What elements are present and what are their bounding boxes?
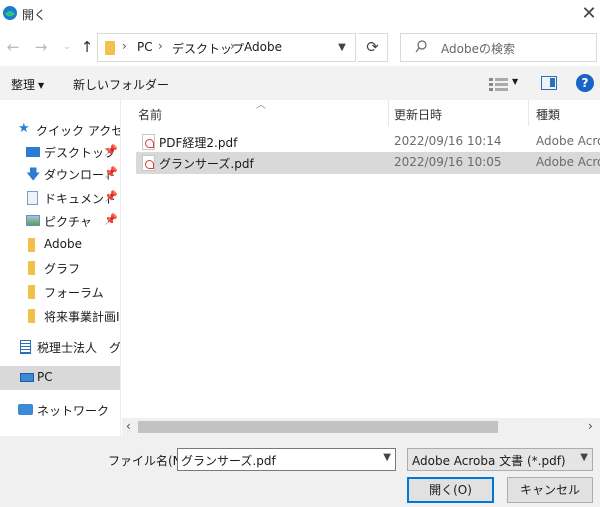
folder-icon bbox=[28, 309, 35, 323]
command-bar: 整理 ▼ 新しいフォルダー bbox=[0, 66, 600, 100]
pdf-file-icon bbox=[142, 155, 155, 171]
breadcrumb-separator: › bbox=[158, 39, 163, 53]
file-list: ︿ 名前 更新日時 種類 PDF経理2.pdf 2022/09/16 10:14… bbox=[122, 100, 600, 436]
pin-icon[interactable]: 📌 bbox=[104, 190, 118, 203]
filetype-value: Adobe Acroba 文書 (*.pdf) bbox=[412, 454, 566, 468]
sidebar-item-label: 将来事業計画I bbox=[44, 310, 120, 324]
sidebar-item-label: グラフ bbox=[44, 262, 81, 276]
back-arrow-icon[interactable]: ← bbox=[4, 38, 22, 56]
file-type: Adobe Acrob bbox=[536, 134, 600, 148]
horizontal-scrollbar[interactable]: ‹ › bbox=[122, 418, 600, 436]
sidebar-item-documents[interactable]: ドキュメント 📌 bbox=[0, 186, 120, 210]
column-header-type[interactable]: 種類 bbox=[536, 106, 560, 132]
pin-icon[interactable]: 📌 bbox=[104, 144, 118, 157]
download-icon: 🡇 bbox=[26, 167, 41, 183]
chevron-down-icon[interactable]: ▼ bbox=[335, 41, 349, 55]
breadcrumb-separator: › bbox=[122, 39, 127, 53]
sidebar-item-label: ネットワーク bbox=[37, 404, 110, 418]
caret-down-icon: ▼ bbox=[38, 81, 45, 90]
scrollbar-thumb[interactable] bbox=[138, 421, 498, 433]
sidebar-item-business-plan[interactable]: 将来事業計画I bbox=[0, 304, 120, 328]
address-bar[interactable]: › PC › デスクトップ › Adobe ▼ bbox=[97, 33, 356, 62]
pane-divider[interactable] bbox=[120, 100, 121, 436]
refresh-button[interactable]: ⟳ bbox=[358, 33, 388, 62]
pdf-file-icon bbox=[142, 134, 155, 150]
organize-button[interactable]: 整理 ▼ bbox=[11, 76, 44, 93]
open-button[interactable]: 開く(O) bbox=[407, 477, 494, 503]
search-input[interactable]: Adobeの検索 bbox=[400, 33, 597, 62]
window-title: 開く bbox=[22, 8, 47, 22]
filename-field[interactable]: グランサーズ.pdf ▼ bbox=[177, 448, 396, 471]
sidebar-item-label: ピクチャ bbox=[44, 215, 92, 229]
sidebar-item-label: PC bbox=[37, 370, 53, 384]
app-icon bbox=[3, 6, 17, 20]
column-header-name[interactable]: 名前 bbox=[138, 106, 162, 132]
column-header-modified[interactable]: 更新日時 bbox=[394, 106, 442, 132]
breadcrumb-pc[interactable]: PC bbox=[137, 40, 153, 54]
folder-icon bbox=[28, 261, 35, 275]
up-arrow-icon[interactable]: ↑ bbox=[78, 38, 96, 56]
building-icon bbox=[20, 340, 31, 354]
sidebar-item-graph[interactable]: グラフ bbox=[0, 256, 120, 280]
sidebar-item-tax-firm[interactable]: 税理士法人 グ bbox=[0, 335, 120, 359]
pc-icon bbox=[20, 373, 34, 382]
breadcrumb-adobe[interactable]: Adobe bbox=[244, 40, 282, 54]
file-type: Adobe Acrob bbox=[536, 155, 600, 169]
title-bar: 開く ✕ bbox=[0, 0, 600, 30]
pin-icon[interactable]: 📌 bbox=[104, 166, 118, 179]
sidebar-item-forum[interactable]: フォーラム bbox=[0, 280, 120, 304]
help-icon[interactable]: ? bbox=[576, 74, 594, 92]
desktop-icon bbox=[26, 147, 40, 157]
new-folder-button[interactable]: 新しいフォルダー bbox=[73, 76, 169, 93]
cancel-button[interactable]: キャンセル bbox=[507, 477, 593, 503]
scroll-right-icon[interactable]: › bbox=[588, 419, 593, 433]
close-button[interactable]: ✕ bbox=[578, 2, 600, 26]
scroll-left-icon[interactable]: ‹ bbox=[126, 419, 131, 433]
search-placeholder: Adobeの検索 bbox=[441, 42, 515, 56]
chevron-down-icon[interactable]: ▼ bbox=[383, 452, 391, 463]
folder-icon bbox=[28, 285, 35, 299]
file-row[interactable]: PDF経理2.pdf 2022/09/16 10:14 Adobe Acrob bbox=[136, 131, 600, 153]
file-name: PDF経理2.pdf bbox=[159, 136, 238, 150]
recent-locations-chevron-icon[interactable]: ⌄ bbox=[58, 38, 76, 56]
column-divider[interactable] bbox=[388, 100, 389, 126]
filetype-select[interactable]: Adobe Acroba 文書 (*.pdf) ▼ bbox=[407, 448, 593, 471]
file-modified: 2022/09/16 10:14 bbox=[394, 134, 502, 148]
sidebar-item-adobe[interactable]: Adobe bbox=[0, 233, 120, 257]
network-icon bbox=[18, 404, 33, 415]
folder-icon bbox=[28, 238, 35, 252]
sidebar-item-quick-access[interactable]: ★ クイック アクセス bbox=[0, 118, 120, 142]
sidebar-item-pc[interactable]: PC bbox=[0, 366, 120, 390]
folder-icon bbox=[105, 41, 115, 55]
sidebar-item-label: フォーラム bbox=[44, 286, 104, 300]
view-dropdown-icon[interactable]: ▼ bbox=[512, 77, 518, 86]
column-divider[interactable] bbox=[528, 100, 529, 126]
sidebar-item-network[interactable]: ネットワーク bbox=[0, 398, 120, 422]
pin-icon[interactable]: 📌 bbox=[104, 213, 118, 226]
sidebar-item-label: クイック アクセス bbox=[36, 124, 120, 138]
sort-ascending-icon: ︿ bbox=[256, 100, 266, 111]
view-options-icon[interactable] bbox=[488, 76, 510, 92]
file-row-selected[interactable]: グランサーズ.pdf 2022/09/16 10:05 Adobe Acrob bbox=[136, 152, 600, 174]
file-name: グランサーズ.pdf bbox=[159, 157, 254, 171]
document-icon bbox=[27, 191, 38, 205]
sidebar-item-downloads[interactable]: 🡇 ダウンロード 📌 bbox=[0, 162, 120, 186]
navigation-pane: ★ クイック アクセス デスクトップ 📌 🡇 ダウンロード 📌 ドキュメント 📌… bbox=[0, 100, 120, 436]
chevron-down-icon: ▼ bbox=[580, 452, 588, 463]
sidebar-item-pictures[interactable]: ピクチャ 📌 bbox=[0, 209, 120, 233]
sidebar-item-desktop[interactable]: デスクトップ 📌 bbox=[0, 140, 120, 164]
organize-label: 整理 bbox=[11, 78, 36, 92]
sidebar-item-label: 税理士法人 グ bbox=[37, 341, 120, 355]
sidebar-item-label: Adobe bbox=[44, 237, 82, 251]
breadcrumb-separator: › bbox=[230, 39, 235, 53]
preview-pane-icon[interactable] bbox=[541, 76, 557, 90]
filename-value: グランサーズ.pdf bbox=[181, 454, 276, 468]
pictures-icon bbox=[26, 215, 40, 226]
search-icon bbox=[415, 40, 427, 53]
forward-arrow-icon[interactable]: → bbox=[32, 38, 50, 56]
star-icon: ★ bbox=[18, 121, 30, 136]
file-modified: 2022/09/16 10:05 bbox=[394, 155, 502, 169]
